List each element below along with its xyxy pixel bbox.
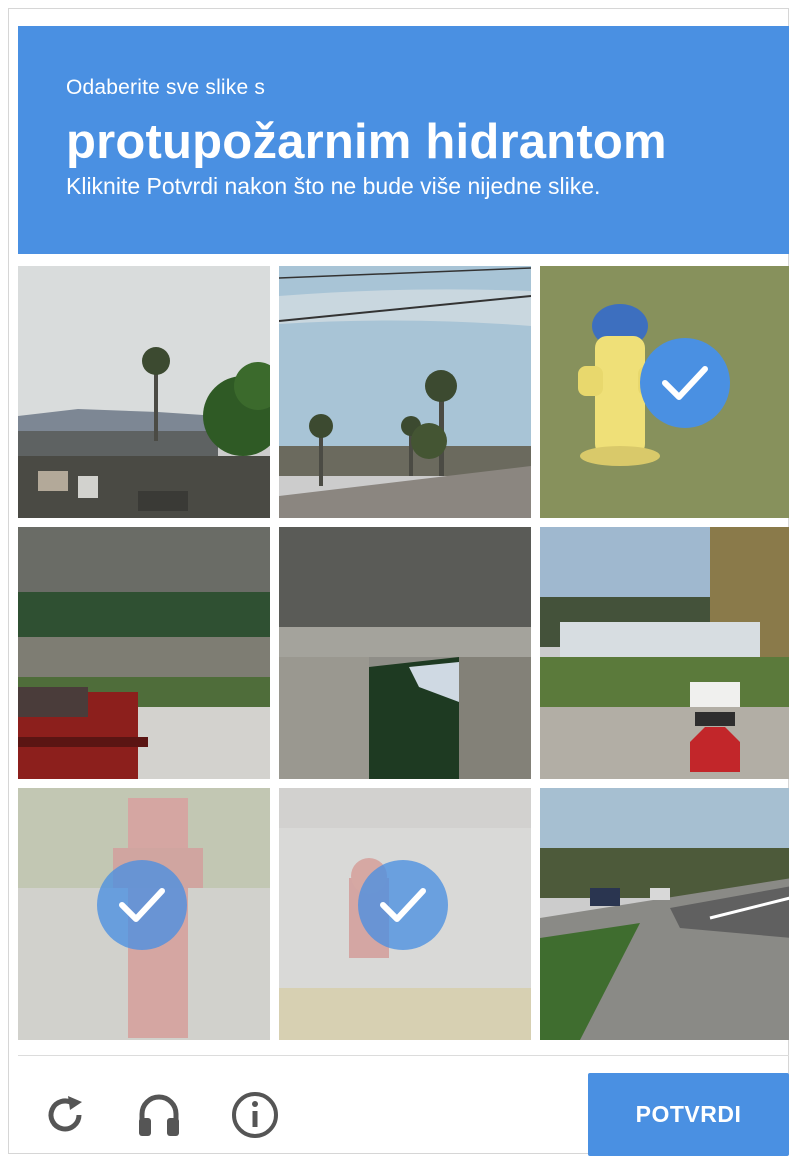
image-tile-7[interactable] — [18, 788, 270, 1040]
image-tile-6[interactable] — [540, 527, 789, 779]
tile-9-image — [540, 788, 789, 1040]
captcha-header: Odaberite sve slike s protupožarnim hidr… — [18, 26, 789, 254]
image-grid — [18, 266, 789, 1040]
image-tile-5[interactable] — [279, 527, 531, 779]
checkmark-icon — [380, 888, 426, 922]
checkmark-icon — [662, 366, 708, 400]
tile-6-image — [540, 527, 789, 779]
image-tile-3[interactable] — [540, 266, 789, 518]
instruction-suffix: Kliknite Potvrdi nakon što ne bude više … — [66, 173, 601, 199]
image-tile-1[interactable] — [18, 266, 270, 518]
instruction-prefix: Odaberite sve slike s — [66, 76, 266, 99]
tile-7-selected-check — [97, 860, 187, 950]
audio-challenge-button[interactable] — [132, 1088, 186, 1142]
image-tile-9[interactable] — [540, 788, 789, 1040]
target-object: protupožarnim hidrantom — [66, 115, 667, 169]
help-info-button[interactable] — [228, 1088, 282, 1142]
tile-4-image — [18, 527, 270, 779]
tile-8-selected-check — [358, 860, 448, 950]
tile-5-image — [279, 527, 531, 779]
verify-button[interactable]: POTVRDI — [588, 1073, 789, 1156]
image-tile-8[interactable] — [279, 788, 531, 1040]
checkmark-icon — [119, 888, 165, 922]
image-tile-4[interactable] — [18, 527, 270, 779]
image-tile-2[interactable] — [279, 266, 531, 518]
tile-2-image — [279, 266, 531, 518]
captcha-frame: Odaberite sve slike s protupožarnim hidr… — [0, 0, 789, 1160]
reload-button[interactable] — [38, 1088, 92, 1142]
footer-divider — [18, 1055, 789, 1056]
tile-3-selected-check — [640, 338, 730, 428]
reload-icon — [48, 1096, 82, 1132]
tile-1-image — [18, 266, 270, 518]
info-icon — [232, 1092, 278, 1138]
headphones-icon — [139, 1094, 179, 1136]
